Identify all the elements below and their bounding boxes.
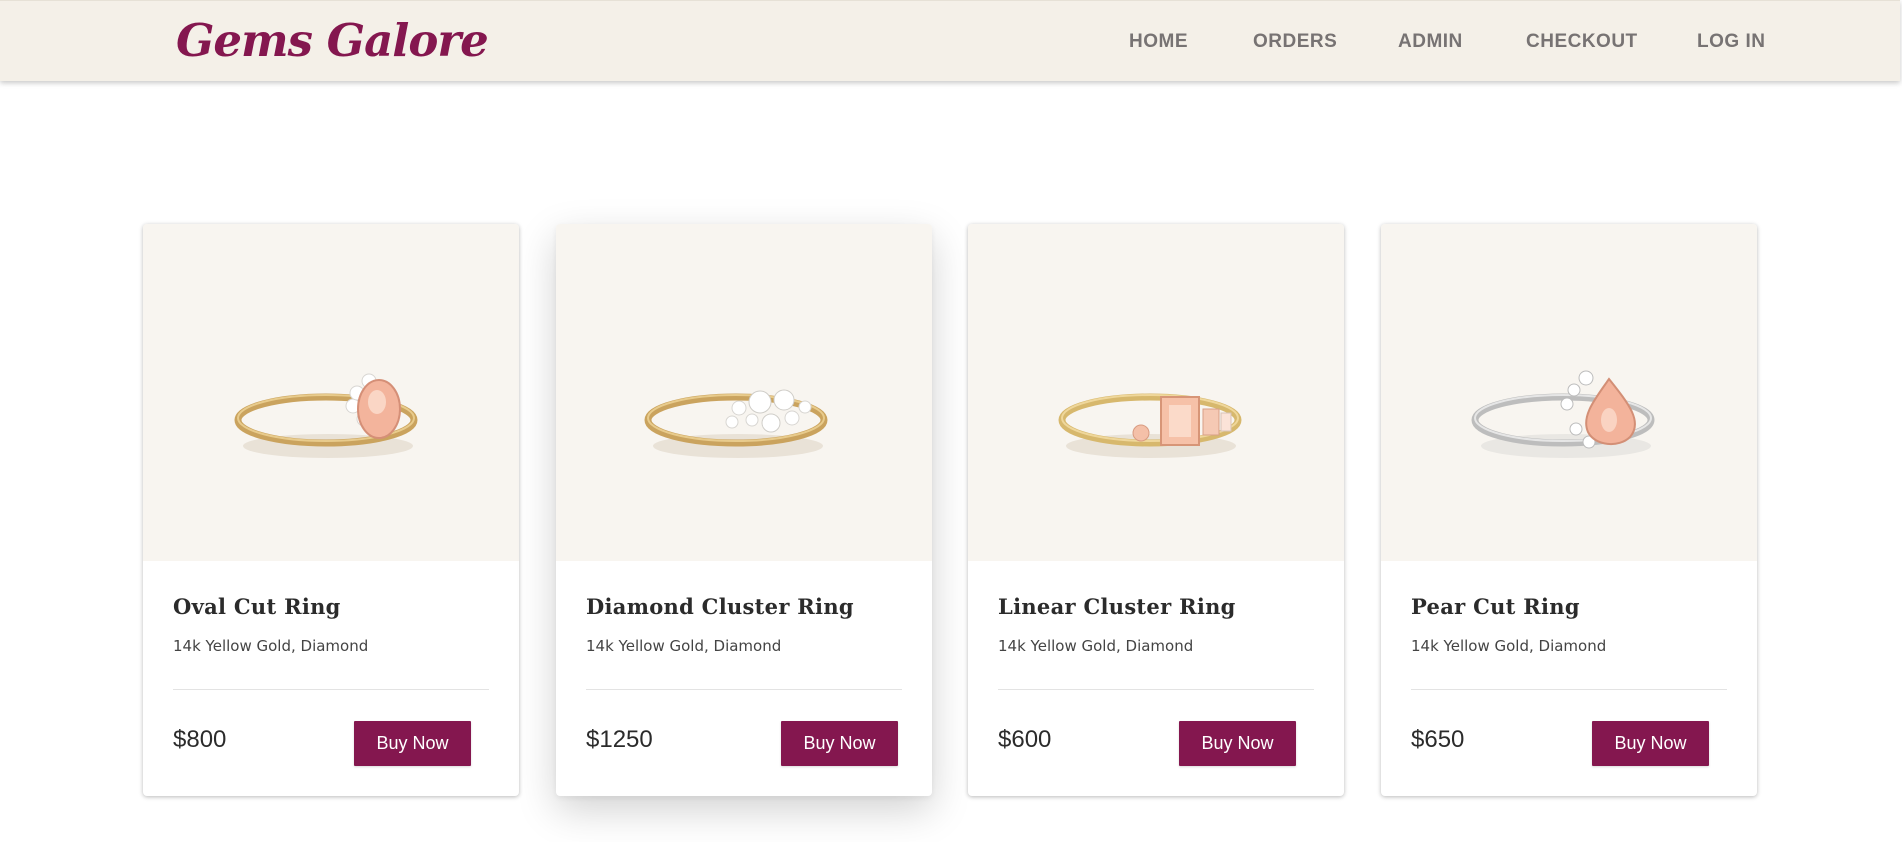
product-card-linear-cluster-ring[interactable]: Linear Cluster Ring 14k Yellow Gold, Dia… [968, 224, 1344, 796]
product-image [968, 224, 1344, 561]
product-title: Pear Cut Ring [1411, 594, 1580, 619]
product-title: Diamond Cluster Ring [586, 594, 854, 619]
product-price: $600 [998, 726, 1052, 753]
product-material: 14k Yellow Gold, Diamond [1411, 637, 1607, 655]
buy-now-button[interactable]: Buy Now [1179, 721, 1296, 766]
nav-orders[interactable]: ORDERS [1253, 31, 1337, 53]
buy-now-button[interactable]: Buy Now [354, 721, 471, 766]
product-card-diamond-cluster-ring[interactable]: Diamond Cluster Ring 14k Yellow Gold, Di… [556, 224, 932, 796]
oval-cut-ring-image [234, 373, 418, 458]
pear-cut-ring-image [1471, 370, 1655, 458]
product-image [1381, 224, 1757, 561]
brand-logo[interactable]: Gems Galore [176, 13, 489, 69]
product-material: 14k Yellow Gold, Diamond [173, 637, 369, 655]
product-price: $650 [1411, 726, 1465, 753]
buy-now-button[interactable]: Buy Now [781, 721, 898, 766]
navbar: Gems Galore HOME ORDERS ADMIN CHECKOUT L… [0, 0, 1900, 81]
product-material: 14k Yellow Gold, Diamond [998, 637, 1194, 655]
product-price: $800 [173, 726, 227, 753]
nav-checkout[interactable]: CHECKOUT [1526, 31, 1638, 53]
product-card-oval-cut-ring[interactable]: Oval Cut Ring 14k Yellow Gold, Diamond $… [143, 224, 519, 796]
card-divider [998, 689, 1314, 690]
product-image [556, 224, 932, 561]
nav-admin[interactable]: ADMIN [1398, 31, 1463, 53]
card-divider [1411, 689, 1727, 690]
product-title: Oval Cut Ring [173, 594, 341, 619]
card-divider [173, 689, 489, 690]
nav-login[interactable]: LOG IN [1697, 31, 1765, 53]
product-title: Linear Cluster Ring [998, 594, 1236, 619]
product-image [143, 224, 519, 561]
buy-now-button[interactable]: Buy Now [1592, 721, 1709, 766]
diamond-cluster-ring-image [644, 389, 828, 458]
product-card-pear-cut-ring[interactable]: Pear Cut Ring 14k Yellow Gold, Diamond $… [1381, 224, 1757, 796]
linear-cluster-ring-image [1058, 393, 1242, 458]
product-material: 14k Yellow Gold, Diamond [586, 637, 782, 655]
card-divider [586, 689, 902, 690]
nav-home[interactable]: HOME [1129, 31, 1188, 53]
product-price: $1250 [586, 726, 653, 753]
